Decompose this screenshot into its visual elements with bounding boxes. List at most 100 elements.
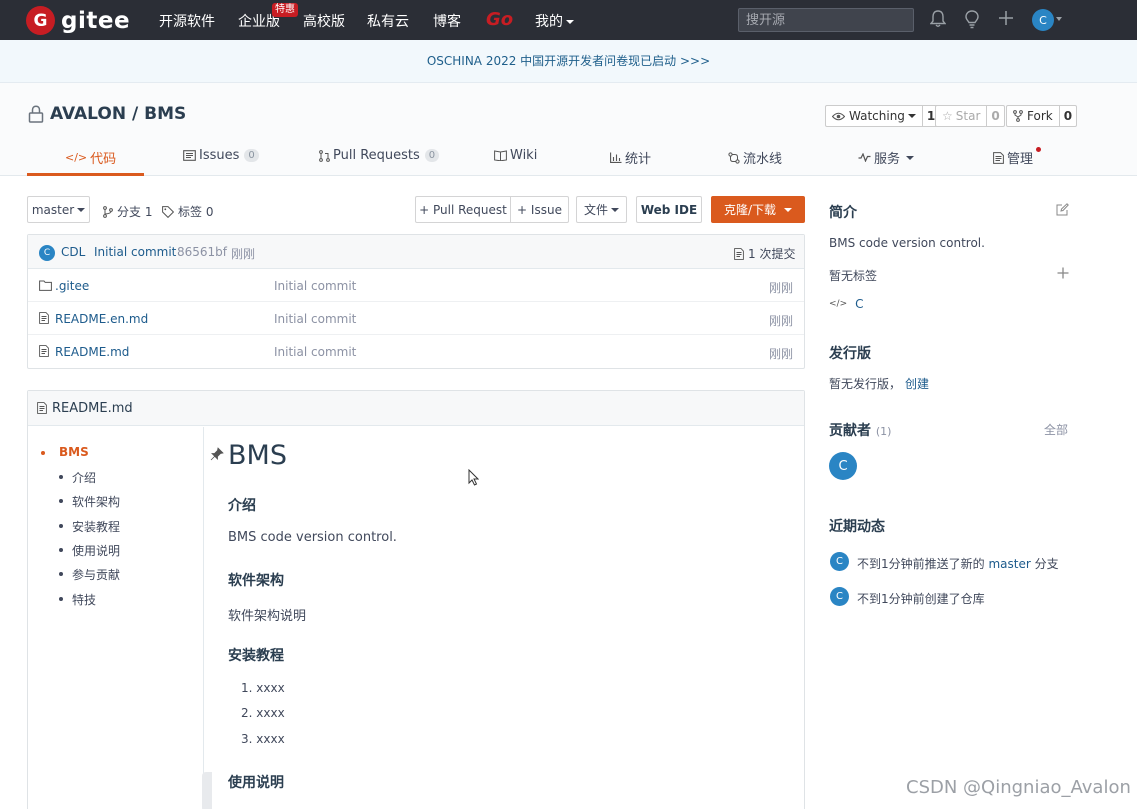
readme-install-step: 1. xxxx — [241, 681, 285, 695]
nav-education[interactable]: 高校版 — [303, 11, 345, 31]
readme-toc: BMS 介绍 软件架构 安装教程 使用说明 参与贡献 特技 — [28, 427, 204, 809]
toc-item-bms[interactable]: BMS — [59, 445, 89, 459]
file-time: 刚刚 — [769, 314, 794, 328]
tab-pull-requests[interactable]: Pull Requests 0 — [319, 148, 440, 163]
tab-pipeline[interactable]: 流水线 — [728, 148, 782, 167]
contributors-count: (1) — [875, 425, 892, 438]
chevron-down-icon[interactable] — [1056, 17, 1062, 21]
commit-count: 1 次提交 — [748, 247, 796, 261]
star-text: Star — [955, 109, 981, 123]
readme-panel: README.md BMS 介绍 软件架构 安装教程 使用说明 参与贡献 特技 … — [27, 390, 805, 809]
watch-button[interactable]: Watching 1 — [825, 105, 941, 127]
file-commit-message[interactable]: Initial commit — [274, 312, 356, 326]
activity-branch-link[interactable]: master — [988, 557, 1030, 571]
tab-manage-label: 管理 — [1007, 152, 1034, 167]
create-release-link[interactable]: 创建 — [905, 377, 929, 391]
tab-wiki[interactable]: Wiki — [494, 148, 537, 163]
new-pull-request-button[interactable]: + Pull Request — [415, 196, 511, 223]
nav-open-source[interactable]: 开源软件 — [159, 11, 215, 31]
fork-button[interactable]: Fork 0 — [1006, 105, 1078, 127]
active-tab-indicator — [27, 173, 144, 176]
bell-icon[interactable] — [930, 10, 946, 28]
tab-services[interactable]: 服务 — [858, 148, 915, 167]
tags-link[interactable]: 标签 0 — [162, 203, 213, 220]
file-name[interactable]: README.en.md — [55, 312, 148, 326]
nav-go[interactable]: Go — [486, 9, 513, 30]
commit-author-avatar[interactable]: C — [39, 245, 55, 261]
star-button[interactable]: ☆ Star 0 — [935, 105, 1005, 127]
toc-collapse-handle[interactable] — [202, 772, 212, 809]
pipeline-icon — [728, 151, 740, 164]
clone-download-button[interactable]: 克隆/下载 — [711, 196, 805, 223]
file-commit-message[interactable]: Initial commit — [274, 279, 356, 293]
sidebar-intro-heading: 简介 — [829, 205, 857, 221]
repo-name[interactable]: BMS — [144, 104, 186, 124]
no-releases-label: 暂无发行版， — [829, 377, 902, 391]
readme-architecture-text: 软件架构说明 — [228, 609, 307, 624]
toc-item-architecture[interactable]: 软件架构 — [72, 493, 120, 510]
nav-mine[interactable]: 我的 — [535, 11, 574, 31]
plus-icon[interactable] — [998, 10, 1014, 26]
commit-count-link[interactable]: 1 次提交 — [734, 245, 795, 262]
commit-message[interactable]: Initial commit — [94, 245, 176, 259]
tab-code[interactable]: </> 代码 — [65, 148, 116, 167]
no-tags-text: 暂无标签 — [829, 269, 878, 283]
announcement-banner[interactable]: OSCHINA 2022 中国开源开发者问卷现已启动 >>> — [0, 40, 1137, 83]
file-commit-message[interactable]: Initial commit — [274, 345, 356, 359]
file-menu-button[interactable]: 文件 — [576, 196, 627, 223]
tab-stats[interactable]: 统计 — [610, 148, 651, 167]
toc-bullet — [41, 451, 45, 455]
star-count[interactable]: 0 — [987, 106, 1003, 126]
file-row[interactable]: README.en.md Initial commit 刚刚 — [28, 302, 804, 335]
file-row[interactable]: .gitee Initial commit 刚刚 — [28, 269, 804, 302]
readme-header: README.md — [28, 391, 804, 426]
repo-owner[interactable]: AVALON — [50, 104, 126, 124]
branches-link[interactable]: 分支 1 — [103, 203, 152, 220]
toc-item-intro[interactable]: 介绍 — [72, 469, 96, 486]
contributors-all-link[interactable]: 全部 — [1044, 421, 1068, 438]
tab-pull-requests-label: Pull Requests — [333, 148, 420, 163]
nav-private-cloud[interactable]: 私有云 — [367, 11, 409, 31]
watch-label[interactable]: Watching — [826, 106, 923, 126]
new-issue-button[interactable]: + Issue — [510, 196, 569, 223]
activity-avatar[interactable]: C — [830, 587, 849, 606]
language-link[interactable]: </> C — [829, 297, 864, 311]
book-icon — [494, 150, 507, 161]
chevron-down-icon — [77, 207, 86, 212]
commit-hash[interactable]: 86561bf — [177, 245, 227, 259]
lightbulb-icon[interactable] — [964, 10, 980, 29]
tab-manage[interactable]: 管理 — [993, 148, 1033, 167]
lock-icon — [28, 105, 44, 123]
document-icon — [993, 151, 1004, 164]
fork-count[interactable]: 0 — [1060, 106, 1076, 126]
edit-icon[interactable] — [1056, 203, 1069, 216]
contributor-avatar[interactable]: C — [829, 452, 857, 480]
activity-avatar[interactable]: C — [830, 552, 849, 571]
toc-item-features[interactable]: 特技 — [72, 591, 96, 608]
branch-icon — [103, 205, 113, 218]
search-input[interactable] — [738, 8, 914, 32]
repo-header: AVALON / BMS Watching 1 ☆ Star 0 Fork 0 <… — [0, 83, 1137, 176]
nav-blog[interactable]: 博客 — [433, 11, 461, 31]
pin-icon[interactable] — [210, 447, 224, 461]
toc-item-install[interactable]: 安装教程 — [72, 518, 120, 535]
user-avatar[interactable]: C — [1032, 9, 1054, 31]
readme-filename: README.md — [52, 401, 133, 416]
toc-item-contribute[interactable]: 参与贡献 — [72, 566, 120, 583]
commit-author[interactable]: CDL — [61, 245, 85, 259]
file-name[interactable]: .gitee — [55, 279, 89, 293]
gitee-logo[interactable]: G gitee — [26, 6, 130, 35]
branch-select[interactable]: master — [27, 196, 90, 223]
file-row[interactable]: README.md Initial commit 刚刚 — [28, 335, 804, 368]
add-tag-icon[interactable] — [1057, 267, 1069, 279]
tab-issues[interactable]: Issues 0 — [183, 148, 259, 163]
web-ide-button[interactable]: Web IDE — [636, 196, 702, 223]
contributors-label: 贡献者 — [829, 423, 871, 439]
tab-pipeline-label: 流水线 — [743, 152, 783, 167]
star-label[interactable]: ☆ Star — [936, 106, 988, 126]
file-name[interactable]: README.md — [55, 345, 129, 359]
fork-label[interactable]: Fork — [1007, 106, 1060, 126]
tab-wiki-label: Wiki — [510, 148, 538, 163]
toc-item-usage[interactable]: 使用说明 — [72, 542, 120, 559]
file-time: 刚刚 — [769, 347, 794, 361]
